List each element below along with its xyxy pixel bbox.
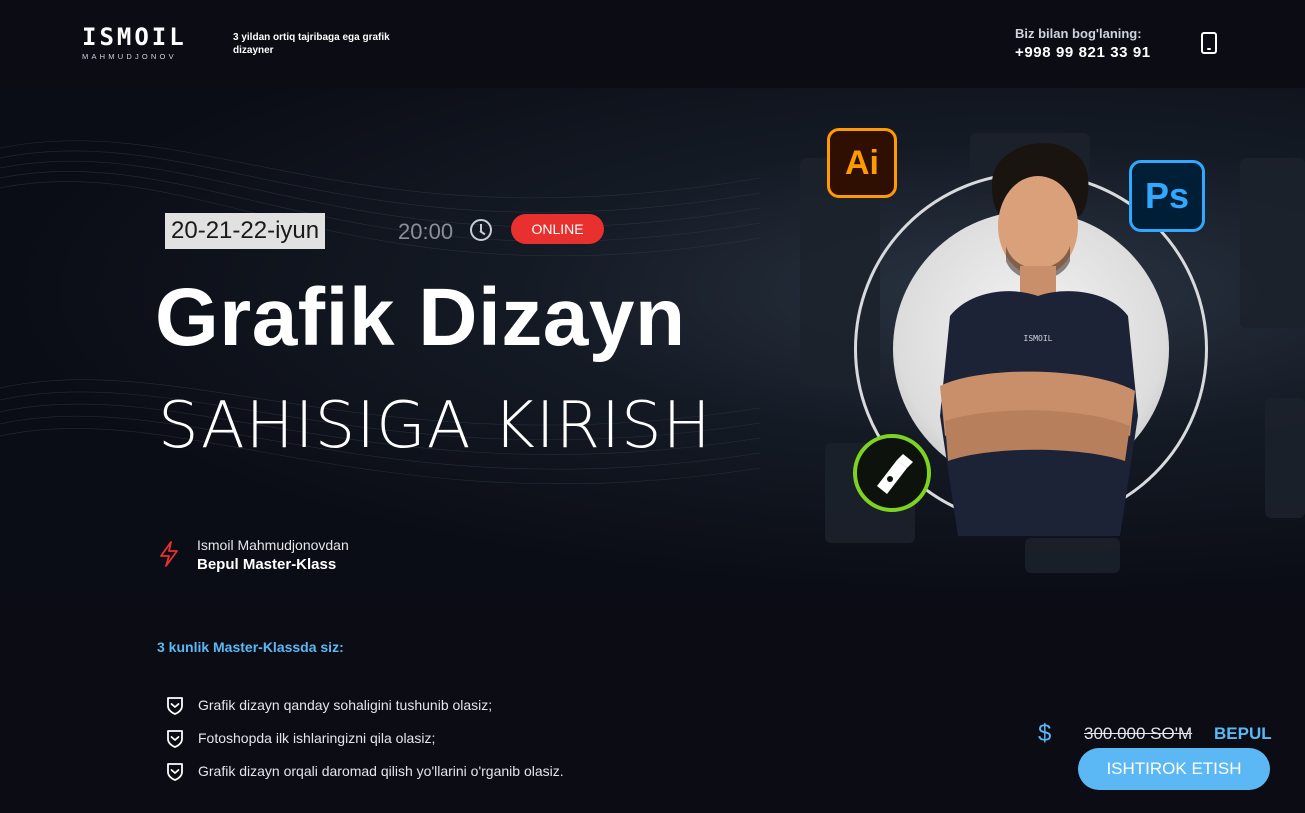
hero-title: Grafik Dizayn [155, 272, 686, 363]
site-header: ISMOIL MAHMUDJONOV 3 yildan ortiq tajrib… [0, 0, 1305, 88]
author-name: Ismoil Mahmudjonovdan [197, 537, 349, 553]
logo-main-text: ISMOIL [82, 23, 187, 51]
mobile-phone-icon[interactable] [1201, 32, 1217, 54]
event-date: 20-21-22-iyun [165, 213, 326, 249]
illustrator-icon: Ai [827, 128, 897, 198]
contact-phone-link[interactable]: +998 99 821 33 91 [1015, 44, 1151, 61]
hero-subtitle: SAHISIGA KIRISH [158, 389, 712, 463]
presenter-portrait: ISMOIL [940, 143, 1138, 536]
masterclass-label: Bepul Master-Klass [197, 556, 337, 573]
event-time: 20:00 [398, 219, 454, 244]
contact-label: Biz bilan bog'laning: [1015, 26, 1142, 41]
features-list: Grafik dizayn qanday sohaligini tushunib… [165, 688, 564, 787]
header-tagline: 3 yildan ortiq tajribaga ega grafik diza… [233, 32, 390, 56]
type-panel [1025, 538, 1120, 573]
logo-sub-text: MAHMUDJONOV [82, 52, 177, 61]
character-panel [1240, 158, 1305, 328]
color-wheel-panel [1265, 398, 1305, 518]
list-item: Grafik dizayn orqali daromad qilish yo'l… [165, 754, 564, 787]
details-section: 3 kunlik Master-Klassda siz: Grafik diza… [0, 595, 1305, 813]
feature-text: Fotoshopda ilk ishlaringizni qila olasiz… [198, 729, 436, 746]
free-label: BEPUL [1214, 724, 1272, 743]
pen-tool-icon [853, 434, 931, 512]
feature-text: Grafik dizayn orqali daromad qilish yo'l… [198, 762, 564, 779]
clock-icon [470, 219, 492, 241]
list-item: Grafik dizayn qanday sohaligini tushunib… [165, 688, 564, 721]
contact-block: Biz bilan bog'laning: +998 99 821 33 91 [1015, 26, 1151, 61]
lightning-icon [160, 541, 178, 567]
online-badge: ONLINE [511, 214, 604, 244]
shield-check-icon [167, 729, 183, 748]
shield-check-icon [167, 696, 183, 715]
feature-text: Grafik dizayn qanday sohaligini tushunib… [198, 696, 493, 713]
register-button[interactable]: ISHTIROK ETISH [1078, 748, 1270, 790]
logo[interactable]: ISMOIL MAHMUDJONOV [82, 23, 187, 61]
shield-check-icon [167, 762, 183, 781]
shirt-logo: ISMOIL [1024, 334, 1053, 343]
list-item: Fotoshopda ilk ishlaringizni qila olasiz… [165, 721, 564, 754]
features-heading: 3 kunlik Master-Klassda siz: [157, 639, 344, 655]
old-price: 300.000 SO'M [1084, 724, 1193, 743]
photoshop-icon: Ps [1129, 160, 1205, 232]
hero-banner: 20-21-22-iyun 20:00 ONLINE Grafik Dizayn… [0, 88, 1305, 595]
dollar-icon: $ [1038, 720, 1052, 747]
